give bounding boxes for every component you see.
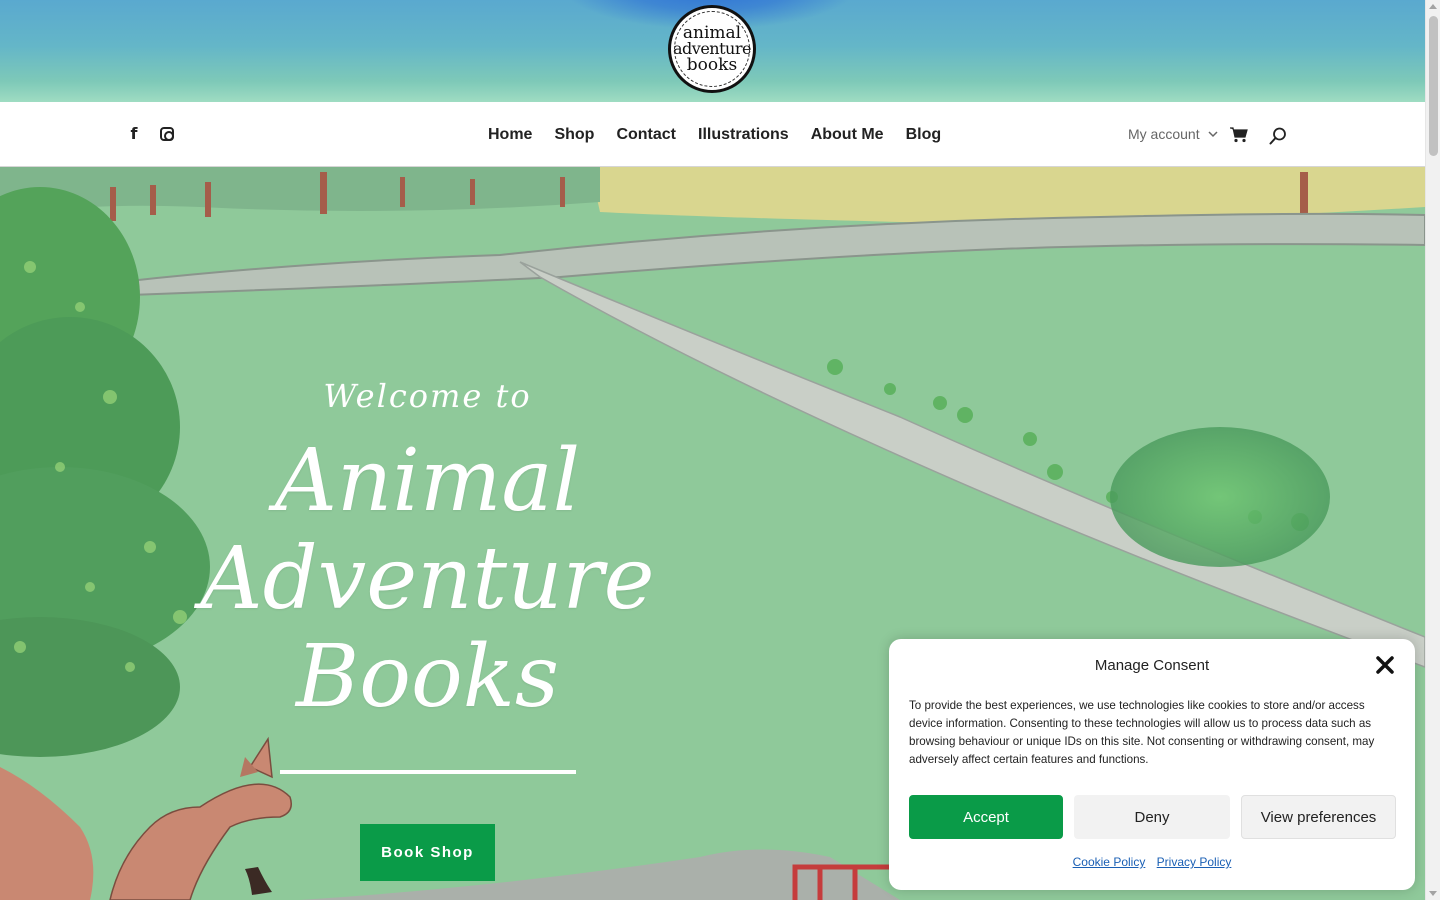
logo-banner: animal adventure books [0,0,1425,102]
instagram-icon[interactable] [160,127,174,141]
site-logo[interactable]: animal adventure books [668,5,756,93]
page-scrollbar[interactable] [1425,0,1440,900]
accept-button[interactable]: Accept [909,795,1063,839]
consent-title: Manage Consent [1094,657,1210,674]
logo-line-2: adventure [673,39,751,59]
hero-title: Animal Adventure Books [180,432,675,726]
nav-about-me[interactable]: About Me [811,126,884,144]
search-icon[interactable] [1269,127,1287,145]
my-account-label: My account [1128,126,1200,142]
my-account-menu[interactable]: My account [1128,126,1218,142]
hero-divider [280,770,576,774]
facebook-icon[interactable]: f [126,126,142,142]
deny-button[interactable]: Deny [1074,795,1230,839]
nav-home[interactable]: Home [488,126,532,144]
chevron-down-icon [1208,130,1218,137]
nav-contact[interactable]: Contact [616,126,676,144]
logo-line-3: books [686,54,738,75]
logo-line-1: animal [682,23,742,44]
scroll-down-arrow-icon[interactable] [1429,891,1437,896]
hero-welcome-text: Welcome to [323,377,532,415]
consent-actions: Accept Deny View preferences [909,795,1396,839]
privacy-policy-link[interactable]: Privacy Policy [1157,855,1232,869]
view-preferences-button[interactable]: View preferences [1241,795,1396,839]
main-menu: Home Shop Contact Illustrations About Me… [488,102,941,167]
scrollbar-thumb[interactable] [1429,16,1438,156]
nav-blog[interactable]: Blog [906,126,942,144]
main-navbar: f Home Shop Contact Illustrations About … [0,102,1425,167]
hero-title-line-3: Books [296,627,559,727]
consent-policy-links: Cookie Policy Privacy Policy [889,855,1415,869]
scroll-up-arrow-icon[interactable] [1429,4,1437,9]
nav-illustrations[interactable]: Illustrations [698,126,789,144]
consent-description: To provide the best experiences, we use … [909,699,1375,766]
cookie-policy-link[interactable]: Cookie Policy [1073,855,1146,869]
hero-title-line-2: Adventure [200,529,655,629]
social-links: f [126,126,174,142]
nav-shop[interactable]: Shop [554,126,594,144]
hero-title-line-1: Animal [274,431,581,531]
cookie-consent-dialog: Manage Consent To provide the best exper… [889,639,1415,890]
book-shop-button[interactable]: Book Shop [360,824,495,881]
cart-icon[interactable] [1230,127,1248,143]
close-icon[interactable] [1375,655,1395,675]
